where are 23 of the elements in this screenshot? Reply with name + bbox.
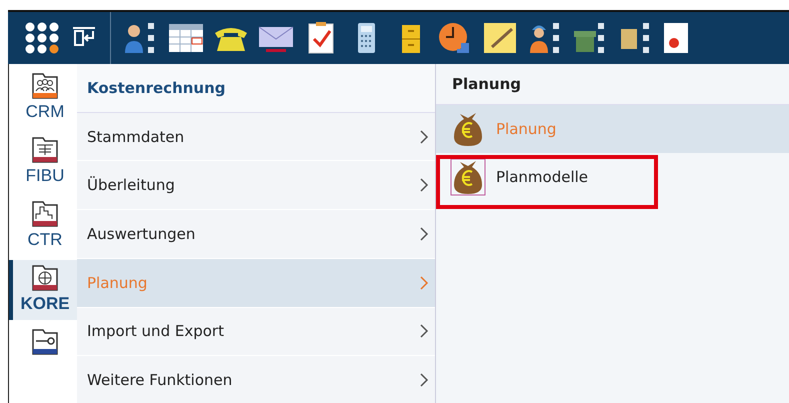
chevron-right-icon: [419, 323, 429, 340]
module-tab[interactable]: FIBU: [9, 132, 77, 192]
menu-item[interactable]: Überleitung: [77, 161, 435, 210]
module-tab[interactable]: KORE: [9, 260, 77, 320]
chevron-right-icon: [419, 274, 429, 291]
menu-item[interactable]: Stammdaten: [77, 112, 435, 162]
chevron-right-icon: [419, 128, 429, 145]
module-tab[interactable]: CRM: [9, 68, 77, 128]
chevron-right-icon: [419, 226, 429, 242]
module-folder-icon: [31, 72, 59, 100]
money-bag-icon: [450, 158, 486, 196]
chevron-right-icon: [419, 177, 429, 194]
chevron-right-icon: [419, 372, 429, 388]
table-icon[interactable]: [167, 21, 205, 55]
menu-item[interactable]: Weitere Funktionen: [77, 356, 435, 403]
module-folder-icon: [31, 200, 59, 228]
submenu-item[interactable]: Planmodelle: [436, 153, 789, 201]
module-tab[interactable]: CTR: [9, 196, 77, 256]
module-folder-icon: [31, 328, 59, 356]
module-folder-icon: [31, 136, 59, 164]
menu-item[interactable]: Import und Export: [77, 308, 435, 356]
module-folder-icon: [31, 264, 59, 292]
menu-title: Kostenrechnung: [77, 64, 435, 113]
